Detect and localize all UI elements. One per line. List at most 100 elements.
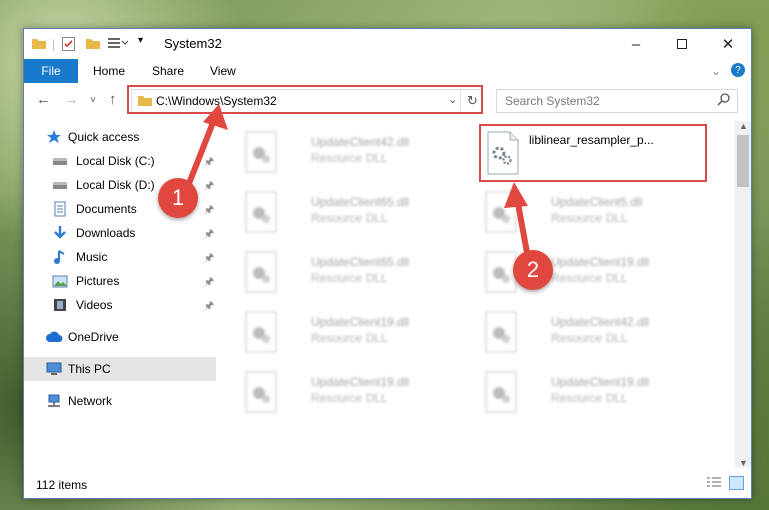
sidebar-item-pictures[interactable]: Pictures 🖈: [24, 269, 216, 293]
customize-qa-icon[interactable]: [108, 37, 129, 52]
dll-file-icon: [244, 311, 278, 353]
scroll-down-icon[interactable]: ▼: [739, 458, 748, 468]
dll-file-icon: [244, 251, 278, 293]
dll-file-icon: [244, 191, 278, 233]
step-marker-1: 1: [158, 178, 198, 218]
back-button[interactable]: ←: [36, 91, 51, 108]
pin-icon[interactable]: 🖈: [204, 225, 214, 244]
file-item[interactable]: UpdateClient5.dll Resource DLL: [484, 187, 714, 239]
search-icon: [717, 93, 730, 109]
file-name: UpdateClient19.dll: [311, 315, 410, 329]
file-name: UpdateClient42.dll: [551, 315, 650, 329]
expand-ribbon-icon[interactable]: ⌄: [711, 64, 721, 78]
vertical-scrollbar[interactable]: ▲ ▼: [735, 121, 751, 468]
file-name: UpdateClient5.dll: [551, 195, 643, 209]
file-name: UpdateClient42.dll: [311, 135, 410, 149]
file-item[interactable]: UpdateClient65.dll Resource DLL: [244, 247, 474, 299]
file-name: UpdateClient19.dll: [551, 375, 650, 389]
dll-file-icon: [244, 131, 278, 173]
sidebar-item-downloads[interactable]: Downloads 🖈: [24, 221, 216, 245]
star-icon: [46, 129, 62, 145]
file-item[interactable]: UpdateClient65.dll Resource DLL: [244, 187, 474, 239]
dll-file-icon: [484, 311, 518, 353]
pin-icon[interactable]: 🖈: [204, 177, 214, 196]
file-item[interactable]: UpdateClient19.dll Resource DLL: [244, 307, 474, 359]
file-item[interactable]: UpdateClient42.dll Resource DLL: [244, 127, 474, 179]
new-folder-icon[interactable]: [86, 37, 100, 52]
search-input[interactable]: Search System32: [496, 89, 738, 113]
sidebar-item-local-disk-c[interactable]: Local Disk (C:) 🖈: [24, 149, 216, 173]
recent-locations-button[interactable]: ˅: [90, 95, 96, 106]
navigation-pane: Quick access Local Disk (C:) 🖈 Local Dis…: [24, 121, 216, 468]
file-type: Resource DLL: [311, 151, 388, 165]
download-icon: [52, 225, 68, 241]
dll-file-icon: [484, 371, 518, 413]
dll-file-icon: [484, 191, 518, 233]
sidebar-item-label: Local Disk (C:): [76, 154, 155, 168]
file-highlight-box: [479, 124, 707, 182]
drive-icon: [52, 177, 68, 193]
sidebar-item-this-pc[interactable]: This PC: [24, 357, 216, 381]
sidebar-item-label: This PC: [68, 362, 111, 376]
sidebar-item-label: Documents: [76, 202, 137, 216]
sidebar-item-network[interactable]: Network: [24, 389, 216, 413]
step-marker-2: 2: [513, 250, 553, 290]
sidebar-item-music[interactable]: Music 🖈: [24, 245, 216, 269]
sidebar-item-onedrive[interactable]: OneDrive: [24, 325, 216, 349]
scroll-up-icon[interactable]: ▲: [739, 121, 748, 131]
file-item[interactable]: UpdateClient19.dll Resource DLL: [484, 367, 714, 419]
tab-share[interactable]: Share: [152, 64, 184, 78]
close-button[interactable]: ✕: [705, 29, 751, 59]
file-name: UpdateClient19.dll: [311, 375, 410, 389]
pin-icon[interactable]: 🖈: [204, 153, 214, 172]
separator: |: [52, 37, 56, 51]
chevron-down-icon[interactable]: ▾: [138, 35, 143, 46]
maximize-button[interactable]: [659, 29, 705, 59]
tab-home[interactable]: Home: [93, 64, 125, 78]
file-type: Resource DLL: [311, 211, 388, 225]
scrollbar-thumb[interactable]: [737, 135, 749, 187]
ribbon-tabs: File Home Share View ⌄ ?: [24, 59, 751, 84]
sidebar-item-videos[interactable]: Videos 🖈: [24, 293, 216, 317]
minimize-button[interactable]: –: [613, 29, 659, 59]
network-icon: [46, 393, 62, 409]
sidebar-item-quick-access[interactable]: Quick access: [24, 125, 216, 149]
sidebar-item-label: Network: [68, 394, 113, 408]
address-highlight-box: [127, 85, 483, 114]
tab-view[interactable]: View: [210, 64, 236, 78]
folder-icon: [32, 37, 46, 52]
pin-icon[interactable]: 🖈: [204, 201, 214, 220]
title-bar[interactable]: | ▾ System32 – ✕: [24, 29, 751, 59]
dll-file-icon: [244, 371, 278, 413]
pin-icon[interactable]: 🖈: [204, 249, 214, 268]
file-name: UpdateClient65.dll: [311, 195, 410, 209]
status-bar: 112 items: [24, 468, 751, 498]
music-icon: [52, 249, 68, 265]
properties-icon[interactable]: [62, 37, 75, 54]
up-button[interactable]: ↑: [109, 91, 117, 108]
pin-icon[interactable]: 🖈: [204, 273, 214, 292]
file-name: UpdateClient65.dll: [311, 255, 410, 269]
pictures-icon: [52, 273, 68, 289]
pin-icon[interactable]: 🖈: [204, 297, 214, 316]
computer-icon: [46, 361, 62, 377]
sidebar-item-label: Local Disk (D:): [76, 178, 155, 192]
file-type: Resource DLL: [551, 391, 628, 405]
sidebar-item-label: Pictures: [76, 274, 120, 288]
file-item[interactable]: UpdateClient19.dll Resource DLL: [244, 367, 474, 419]
tiles-view-icon[interactable]: [729, 476, 744, 490]
sidebar-item-label: Music: [76, 250, 108, 264]
file-type: Resource DLL: [551, 211, 628, 225]
videos-icon: [52, 297, 68, 313]
sidebar-item-label: OneDrive: [68, 330, 119, 344]
forward-button[interactable]: →: [64, 91, 79, 108]
window-title: System32: [164, 36, 222, 51]
file-type: Resource DLL: [551, 271, 628, 285]
details-view-icon[interactable]: [707, 477, 721, 492]
file-type: Resource DLL: [311, 391, 388, 405]
file-name: UpdateClient19.dll: [551, 255, 650, 269]
tab-file[interactable]: File: [24, 59, 78, 83]
file-type: Resource DLL: [311, 331, 388, 345]
help-icon[interactable]: ?: [731, 63, 745, 77]
file-item[interactable]: UpdateClient42.dll Resource DLL: [484, 307, 714, 359]
